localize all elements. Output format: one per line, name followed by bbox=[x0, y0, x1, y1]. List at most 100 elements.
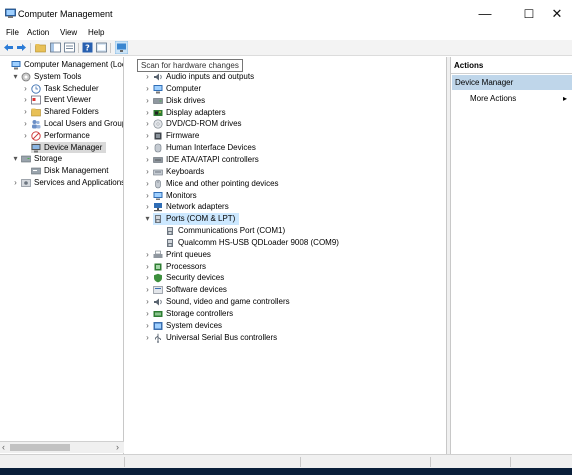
processor-icon bbox=[154, 263, 162, 271]
expand-arrow-icon[interactable]: › bbox=[12, 177, 19, 189]
menu-view[interactable]: View bbox=[58, 27, 79, 40]
port-icon bbox=[155, 215, 161, 224]
tree-item[interactable]: Device Manager bbox=[31, 141, 106, 154]
up-folder-icon[interactable] bbox=[35, 42, 46, 53]
device-category-label: Disk drives bbox=[166, 95, 206, 105]
back-arrow-icon[interactable] bbox=[3, 42, 14, 53]
expand-arrow-icon[interactable]: › bbox=[144, 71, 151, 83]
device-category-label: Ports (COM & LPT) bbox=[166, 214, 236, 224]
storage-controller-icon bbox=[153, 311, 163, 317]
expand-arrow-icon[interactable]: › bbox=[144, 118, 151, 130]
actions-section-device-manager[interactable]: Device Manager bbox=[452, 75, 572, 90]
device-category-label: Storage controllers bbox=[166, 309, 234, 318]
device-tree: › Audio inputs and outputs › Computer › Disk … bbox=[126, 57, 446, 454]
tree-item-label: System Tools bbox=[34, 71, 82, 81]
show-hide-tree-icon[interactable] bbox=[50, 42, 61, 53]
expand-arrow-icon[interactable]: › bbox=[144, 107, 151, 119]
expand-arrow-icon[interactable]: › bbox=[22, 130, 29, 142]
device-category-label: Universal Serial Bus controllers bbox=[166, 332, 278, 342]
expand-arrow-icon[interactable]: › bbox=[144, 178, 151, 190]
console-tree: Computer Management (Local ▾ System Tools ›… bbox=[0, 57, 124, 454]
scroll-left-arrow-icon[interactable]: ‹ bbox=[2, 442, 5, 453]
expand-arrow-icon[interactable]: › bbox=[144, 296, 151, 308]
system-devices-icon bbox=[153, 321, 163, 330]
minimize-button[interactable]: — bbox=[468, 0, 502, 27]
expand-arrow-icon[interactable]: › bbox=[144, 83, 151, 95]
view-icon[interactable] bbox=[96, 42, 107, 53]
close-button[interactable]: ✕ bbox=[540, 0, 572, 27]
usb-icon bbox=[155, 333, 161, 343]
hid-icon bbox=[154, 143, 162, 153]
dvd-icon bbox=[153, 119, 163, 129]
menu-help[interactable]: Help bbox=[86, 27, 106, 40]
expand-arrow-icon[interactable]: › bbox=[144, 320, 151, 332]
collapse-arrow-icon[interactable]: ▾ bbox=[144, 213, 151, 225]
sound-icon bbox=[154, 298, 162, 306]
expand-arrow-icon[interactable]: › bbox=[22, 83, 29, 95]
taskbar bbox=[0, 468, 572, 475]
disk-icon bbox=[31, 167, 41, 175]
device-category-label: Computer bbox=[166, 83, 202, 93]
device-manager-icon bbox=[31, 143, 41, 153]
help-icon[interactable]: ? bbox=[82, 42, 93, 53]
expand-arrow-icon[interactable]: › bbox=[144, 95, 151, 107]
printer-icon bbox=[153, 250, 163, 258]
expand-arrow-icon[interactable]: › bbox=[22, 94, 29, 106]
expand-arrow-icon[interactable]: › bbox=[22, 118, 29, 130]
tree-item-label: Local Users and Groups bbox=[44, 119, 124, 128]
expand-arrow-icon[interactable]: › bbox=[144, 284, 151, 296]
expand-arrow-icon[interactable]: › bbox=[144, 272, 151, 284]
device-category-label: Audio inputs and outputs bbox=[166, 72, 255, 81]
computer-management-icon bbox=[5, 8, 16, 18]
more-actions[interactable]: More Actions bbox=[470, 92, 516, 106]
toolbar-separator bbox=[78, 43, 79, 53]
tools-icon bbox=[21, 72, 31, 82]
toolbar-separator bbox=[30, 43, 31, 53]
mouse-icon bbox=[155, 179, 161, 188]
menu-file[interactable]: File bbox=[4, 27, 21, 40]
svg-text:?: ? bbox=[85, 44, 90, 53]
expand-arrow-icon[interactable]: › bbox=[144, 166, 151, 178]
expand-arrow-icon[interactable]: › bbox=[144, 261, 151, 273]
collapse-arrow-icon[interactable]: ▾ bbox=[12, 153, 19, 165]
tree-item-label: Disk Management bbox=[44, 166, 109, 176]
device-category-label: Qualcomm HS-USB QDLoader 9008 (COM9) bbox=[178, 237, 339, 247]
expand-arrow-icon[interactable]: › bbox=[144, 142, 151, 154]
expand-arrow-icon[interactable]: › bbox=[144, 332, 151, 344]
expand-arrow-icon[interactable]: › bbox=[144, 249, 151, 261]
scrollbar-thumb[interactable] bbox=[10, 444, 70, 451]
expand-arrow-icon[interactable]: › bbox=[22, 106, 29, 118]
device-category-label: Communications Port (COM1) bbox=[178, 226, 286, 236]
firmware-icon bbox=[154, 132, 162, 140]
properties-icon[interactable] bbox=[64, 42, 75, 53]
device-category-label: System devices bbox=[166, 320, 223, 330]
tree-item-label: Services and Applications bbox=[34, 178, 124, 187]
shared-folder-icon bbox=[31, 108, 41, 117]
expand-arrow-icon[interactable]: › bbox=[144, 190, 151, 202]
device-category-label: Keyboards bbox=[166, 166, 205, 176]
clock-icon bbox=[31, 83, 41, 94]
collapse-arrow-icon[interactable]: ▾ bbox=[12, 71, 19, 83]
software-icon bbox=[153, 286, 163, 295]
actions-header: Actions bbox=[451, 58, 572, 74]
window-title: Computer Management bbox=[18, 9, 113, 19]
device-category-label: Human Interface Devices bbox=[166, 143, 256, 153]
device-category-label: DVD/CD-ROM drives bbox=[166, 119, 242, 129]
scroll-right-arrow-icon[interactable]: › bbox=[116, 442, 119, 453]
menu-action[interactable]: Action bbox=[25, 27, 51, 40]
expand-arrow-icon[interactable]: › bbox=[144, 154, 151, 166]
storage-icon bbox=[21, 156, 31, 163]
expand-arrow-icon[interactable]: › bbox=[144, 308, 151, 320]
tree-item-label: Task Scheduler bbox=[44, 83, 99, 93]
device-category-label: Network adapters bbox=[166, 202, 229, 212]
forward-arrow-icon[interactable] bbox=[16, 42, 27, 53]
device-category[interactable]: Ports (COM & LPT) bbox=[153, 213, 239, 226]
scan-hardware-icon[interactable] bbox=[115, 41, 128, 54]
expand-arrow-icon[interactable]: › bbox=[144, 130, 151, 142]
expand-arrow-icon[interactable]: › bbox=[144, 201, 151, 213]
device-category-label: Processors bbox=[166, 261, 207, 271]
tree-item-label: Event Viewer bbox=[44, 95, 91, 105]
port-icon bbox=[167, 227, 173, 236]
tree-item-label: Performance bbox=[44, 130, 90, 140]
tree-item-label: Shared Folders bbox=[44, 107, 99, 117]
